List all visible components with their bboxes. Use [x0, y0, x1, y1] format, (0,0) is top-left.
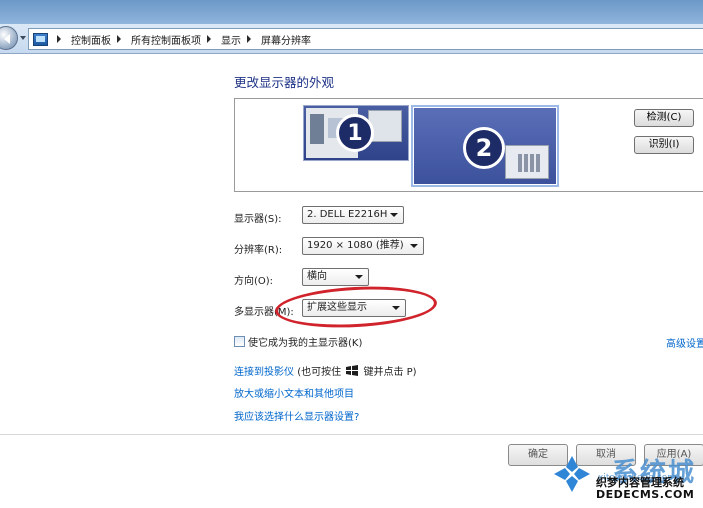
text-size-link[interactable]: 放大或缩小文本和其他项目: [234, 385, 354, 400]
orientation-label: 方向(O):: [234, 276, 274, 287]
resolution-label: 分辨率(R):: [234, 245, 283, 256]
main-display-checkbox-label[interactable]: 使它成为我的主显示器(K): [248, 334, 362, 349]
detect-button[interactable]: 检测(C): [634, 109, 694, 127]
page-title: 更改显示器的外观: [234, 75, 335, 90]
breadcrumb-all-items[interactable]: 所有控制面板项: [131, 32, 201, 47]
orientation-select-value: 横向: [307, 271, 327, 282]
breadcrumb-separator-icon[interactable]: [117, 35, 125, 43]
resolution-select-value: 1920 × 1080 (推荐): [307, 240, 404, 251]
monitor-2-preview[interactable]: 2: [411, 105, 559, 187]
watermark-site-en: DEDECMS.COM: [596, 488, 695, 501]
highlight-annotation: [274, 282, 438, 332]
screen-resolution-window: 控制面板 所有控制面板项 显示 屏幕分辨率 更改显示器的外观 1 2 检测(C)…: [0, 0, 703, 508]
breadcrumb-separator-icon[interactable]: [207, 35, 215, 43]
monitor-2-number: 2: [463, 127, 505, 169]
breadcrumb-separator-icon[interactable]: [57, 35, 65, 43]
window-title-strip: [0, 0, 703, 24]
display-select-value: 2. DELL E2216H: [307, 209, 388, 220]
display-label: 显示器(S):: [234, 214, 282, 225]
chevron-down-icon: [355, 275, 363, 279]
breadcrumb-separator-icon[interactable]: [247, 35, 255, 43]
window-thumbnail: [505, 145, 549, 179]
orientation-select[interactable]: 横向: [302, 268, 369, 286]
divider: [0, 434, 703, 435]
display-select[interactable]: 2. DELL E2216H: [302, 206, 404, 224]
monitor-preview-area: 1 2: [234, 98, 703, 192]
address-bar[interactable]: 控制面板 所有控制面板项 显示 屏幕分辨率: [28, 28, 703, 50]
control-panel-icon: [33, 32, 48, 46]
back-button[interactable]: [0, 26, 18, 50]
breadcrumb-display[interactable]: 显示: [221, 32, 241, 47]
projector-hint-end: 键并点击 P): [363, 367, 417, 378]
watermark-logo-icon: [554, 456, 590, 492]
projector-row: 连接到投影仪 (也可按住 键并点击 P): [234, 363, 417, 378]
resolution-select[interactable]: 1920 × 1080 (推荐): [302, 237, 424, 255]
identify-button[interactable]: 识别(I): [634, 136, 694, 154]
navigation-bar: 控制面板 所有控制面板项 显示 屏幕分辨率: [0, 24, 703, 54]
chevron-down-icon: [410, 244, 418, 248]
which-settings-link[interactable]: 我应该选择什么显示器设置?: [234, 408, 359, 423]
advanced-settings-link[interactable]: 高级设置: [666, 335, 703, 350]
chevron-down-icon: [390, 213, 398, 217]
main-display-checkbox[interactable]: [234, 336, 245, 347]
projector-link[interactable]: 连接到投影仪: [234, 367, 294, 378]
breadcrumb-screen-resolution[interactable]: 屏幕分辨率: [261, 32, 311, 47]
monitor-1-preview[interactable]: 1: [303, 105, 409, 161]
projector-hint: (也可按住: [297, 367, 342, 378]
monitor-1-number: 1: [336, 114, 374, 152]
history-dropdown-icon[interactable]: [20, 36, 26, 43]
breadcrumb-control-panel[interactable]: 控制面板: [71, 32, 111, 47]
windows-logo-icon: [346, 365, 359, 376]
